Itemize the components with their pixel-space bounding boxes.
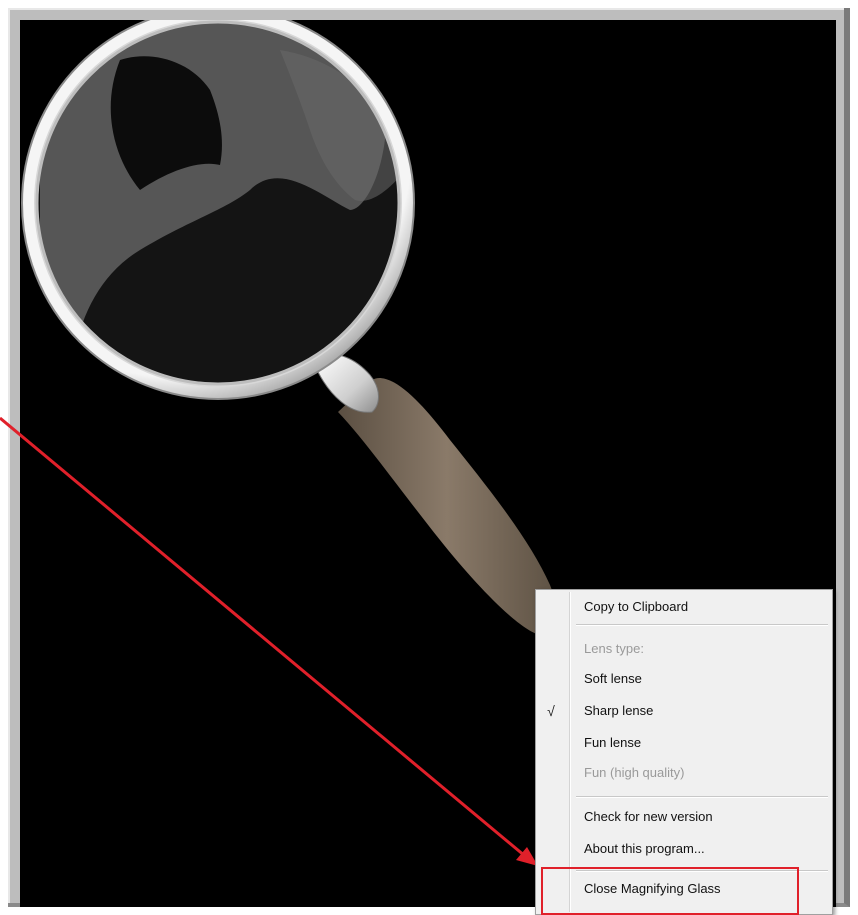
menu-item-fun-high-quality: Fun (high quality) — [584, 765, 685, 780]
menu-separator — [576, 796, 828, 798]
menu-item-soft-lense[interactable]: Soft lense — [584, 666, 642, 692]
menu-item-fun-lense[interactable]: Fun lense — [584, 730, 641, 756]
menu-icon-gutter — [569, 592, 571, 912]
menu-separator — [576, 870, 828, 872]
context-menu: Copy to Clipboard Lens type: Soft lense … — [535, 589, 833, 915]
menu-item-close-magnifying-glass[interactable]: Close Magnifying Glass — [584, 876, 721, 902]
checkmark-icon: √ — [547, 703, 555, 719]
menu-item-check-for-new-version[interactable]: Check for new version — [584, 804, 713, 830]
menu-item-about-this-program[interactable]: About this program... — [584, 836, 705, 862]
menu-separator — [576, 624, 828, 626]
menu-item-lens-type-header: Lens type: — [584, 641, 644, 656]
menu-item-sharp-lense[interactable]: Sharp lense — [584, 698, 653, 724]
glass-handle — [338, 378, 556, 635]
menu-item-copy-to-clipboard[interactable]: Copy to Clipboard — [584, 594, 688, 620]
